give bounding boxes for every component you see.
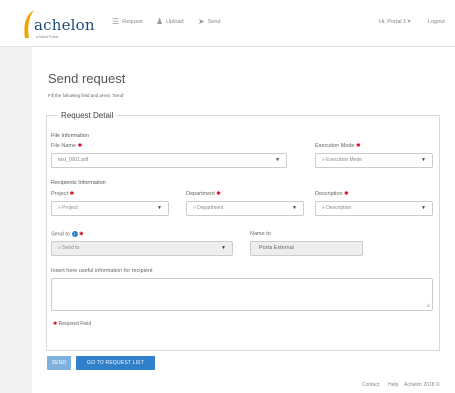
required-asterisk: ✱ — [79, 231, 84, 238]
request-detail-fieldset: Request Detail File Information File Nam… — [46, 111, 440, 351]
caret-down-icon: ▼ — [157, 205, 162, 211]
achelon-logo[interactable]: achelon a futurit Pulsar — [20, 9, 100, 41]
fieldset-legend: Request Detail — [57, 111, 118, 120]
required-asterisk: ✱ — [216, 191, 221, 197]
page-subtitle: Fill the following field and press 'Send… — [48, 93, 125, 98]
logo-wordmark: achelon — [34, 16, 95, 34]
nav-request-link[interactable]: ☰ Request — [112, 18, 143, 26]
file-name-select[interactable]: test_0001.pdf ▼ — [51, 153, 287, 168]
department-select[interactable]: » Department ▼ — [186, 201, 304, 216]
nav-request-label: Request — [122, 19, 143, 25]
logo-tagline: a futurit Pulsar — [36, 35, 59, 39]
required-asterisk: ✱ — [69, 191, 75, 197]
name-to-value: Porta External — [259, 245, 294, 251]
description-select[interactable]: » Description ▼ — [315, 201, 433, 216]
caret-down-icon: ▼ — [421, 157, 426, 163]
nav-upload-label: Upload — [166, 19, 184, 25]
required-asterisk: ✱ — [53, 321, 58, 327]
project-select[interactable]: » Project ▼ — [51, 201, 169, 216]
main-panel: Send request Fill the following field an… — [32, 47, 455, 393]
file-information-heading: File Information — [51, 133, 89, 139]
caret-down-icon: ▼ — [292, 205, 297, 211]
caret-down-icon: ▼ — [275, 157, 280, 163]
send-icon: ➤ — [198, 17, 205, 26]
nav-send-link[interactable]: ➤ Send — [198, 18, 221, 26]
execution-mode-label: Execution Mode ✱ — [315, 143, 361, 149]
logout-link[interactable]: Logout — [428, 19, 445, 25]
users-icon: ♟ — [156, 17, 164, 26]
send-to-label: Send to i ✱ — [51, 231, 84, 238]
description-label: Description ✱ — [315, 191, 349, 197]
user-menu[interactable]: Hi, Portal 1 ▾ — [379, 19, 411, 25]
file-name-label: File Name ✱ — [51, 143, 83, 149]
file-name-value: test_0001.pdf — [58, 157, 89, 163]
send-button[interactable]: SEND — [47, 356, 71, 370]
required-asterisk: ✱ — [344, 191, 349, 197]
footer-contact-link[interactable]: Contact — [362, 382, 379, 388]
footer-copyright: Achelon 2018 © — [404, 382, 440, 388]
footer-help-link[interactable]: Help — [388, 382, 398, 388]
list-icon: ☰ — [112, 17, 120, 26]
execution-mode-value: » Execution Mode — [322, 157, 363, 163]
project-value: » Project — [58, 205, 78, 211]
name-to-label: Name to — [250, 231, 271, 237]
page-title: Send request — [48, 71, 126, 86]
nav-send-label: Send — [207, 19, 221, 25]
go-to-request-list-button[interactable]: GO TO REQUEST LIST — [76, 356, 155, 370]
comment-textarea[interactable]: ⇲ — [51, 278, 433, 311]
department-label: Department ✱ — [186, 191, 221, 197]
execution-mode-select[interactable]: » Execution Mode ▼ — [315, 153, 433, 168]
department-value: » Department — [193, 205, 224, 211]
info-icon[interactable]: i — [71, 231, 78, 237]
project-label: Project ✱ — [51, 191, 75, 197]
caret-down-icon: ▼ — [421, 205, 426, 211]
send-to-value: » Send to — [58, 245, 80, 251]
description-value: » Description — [322, 205, 352, 211]
caret-down-icon: ▼ — [221, 245, 226, 251]
recipients-information-heading: Recipients Information — [51, 180, 106, 186]
name-to-field: Porta External — [250, 241, 363, 256]
resize-grip-icon[interactable]: ⇲ — [426, 303, 430, 309]
required-field-note: ✱ Required Field — [53, 321, 92, 327]
top-navbar: achelon a futurit Pulsar ☰ Request ♟ Upl… — [0, 0, 455, 47]
required-asterisk: ✱ — [355, 143, 361, 149]
send-to-select[interactable]: » Send to ▼ — [51, 241, 233, 256]
nav-upload-link[interactable]: ♟ Upload — [156, 18, 184, 26]
comment-label: Insert here useful information for recip… — [51, 268, 153, 274]
required-asterisk: ✱ — [77, 143, 83, 149]
